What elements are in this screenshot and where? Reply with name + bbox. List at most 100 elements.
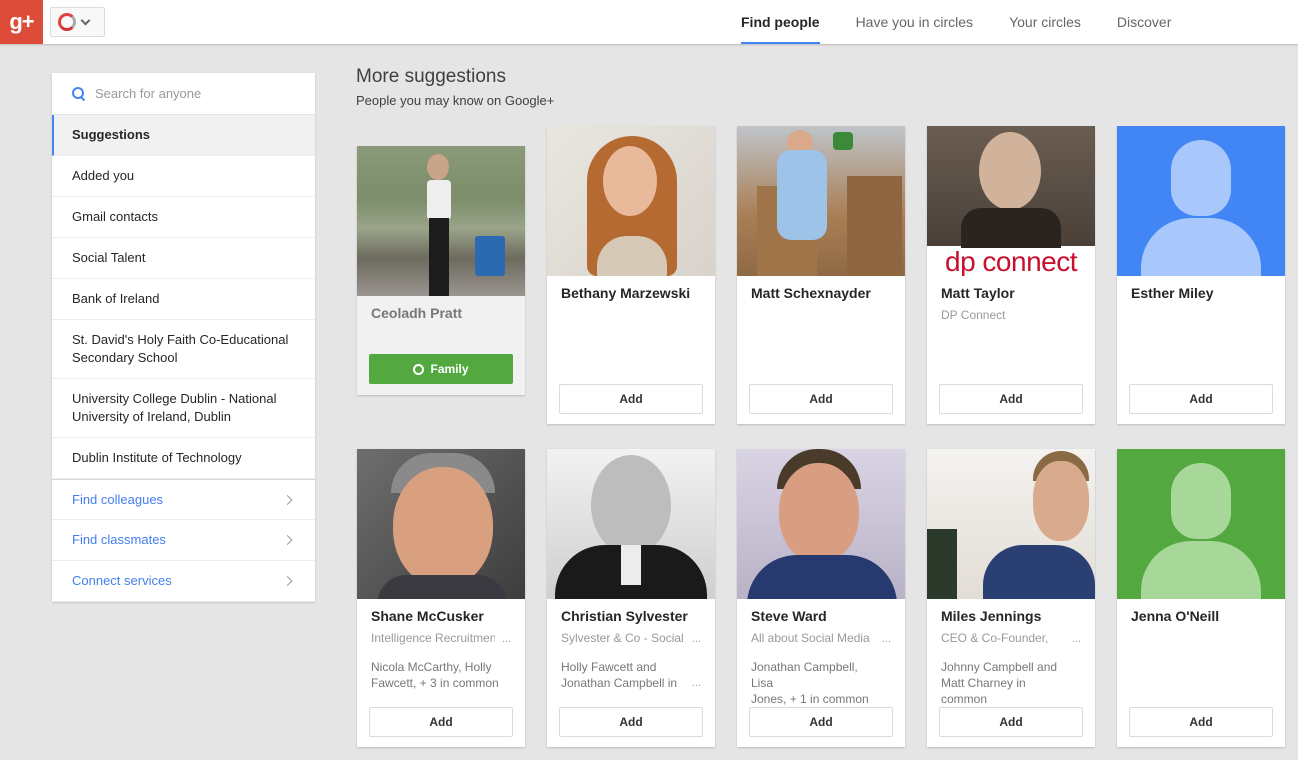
google-plus-logo[interactable]: g+ — [0, 0, 43, 44]
profile-photo[interactable]: dp connect — [927, 126, 1095, 276]
person-card: dp connect Matt Taylor DP Connect Add — [927, 126, 1095, 424]
person-name[interactable]: Shane McCusker — [371, 608, 484, 624]
mutual-line: Nicola McCarthy, Holly — [371, 660, 492, 674]
profile-photo[interactable] — [357, 146, 525, 296]
add-button[interactable]: Add — [1129, 384, 1273, 414]
chevron-down-icon — [80, 15, 91, 25]
mutual-line: Jonathan Campbell in — [561, 676, 678, 690]
person-name[interactable]: Matt Schexnayder — [751, 285, 871, 301]
person-card: Steve Ward All about Social Media ... Jo… — [737, 449, 905, 747]
sidebar-item-label: Dublin Institute of Technology — [72, 450, 242, 465]
sidebar-link-find-classmates[interactable]: Find classmates — [52, 520, 315, 561]
sidebar-link-connect-services[interactable]: Connect services — [52, 561, 315, 602]
more-dots[interactable]: ... — [502, 633, 511, 645]
sidebar: Suggestions Added you Gmail contacts Soc… — [52, 73, 315, 602]
tab-discover[interactable]: Discover — [1099, 0, 1189, 44]
sidebar-link-label: Connect services — [72, 573, 172, 588]
mutual-line: Jonathan Campbell, Lisa — [751, 660, 858, 690]
default-avatar-icon — [1117, 449, 1285, 599]
sidebar-item-label: Added you — [72, 168, 135, 183]
person-name[interactable]: Miles Jennings — [941, 608, 1041, 624]
sidebar-item-st-davids[interactable]: St. David's Holy Faith Co-Educational Se… — [52, 320, 315, 379]
sidebar-item-dit[interactable]: Dublin Institute of Technology — [52, 438, 315, 479]
more-dots[interactable]: ... — [882, 633, 891, 645]
sidebar-item-label: Bank of Ireland — [72, 291, 160, 306]
person-name[interactable]: Bethany Marzewski — [561, 285, 690, 301]
mutual-line: Johnny Campbell and — [941, 660, 1058, 674]
sidebar-item-ucd[interactable]: University College Dublin - National Uni… — [52, 379, 315, 438]
circles-icon — [58, 13, 76, 31]
add-button[interactable]: Add — [749, 707, 893, 737]
add-button[interactable]: Add — [369, 707, 513, 737]
person-name[interactable]: Steve Ward — [751, 608, 827, 624]
person-name[interactable]: Esther Miley — [1131, 285, 1213, 301]
sidebar-item-social-talent[interactable]: Social Talent — [52, 238, 315, 279]
mutual-friends: Johnny Campbell and Matt Charney in comm… — [941, 659, 1069, 707]
person-subtitle: CEO & Co-Founder, — [941, 631, 1049, 645]
add-button[interactable]: Add — [559, 384, 703, 414]
person-name[interactable]: Matt Taylor — [941, 285, 1015, 301]
person-subtitle: Sylvester & Co - Social — [561, 631, 684, 645]
profile-photo[interactable] — [357, 449, 525, 599]
add-button[interactable]: Add — [749, 384, 893, 414]
person-card: Esther Miley Add — [1117, 126, 1285, 424]
sidebar-link-find-colleagues[interactable]: Find colleagues — [52, 479, 315, 520]
profile-photo[interactable] — [737, 449, 905, 599]
person-card: Miles Jennings CEO & Co-Founder, ... Joh… — [927, 449, 1095, 747]
person-card: Jenna O'Neill Add — [1117, 449, 1285, 747]
top-bar: g+ Find people Have you in circles Your … — [0, 0, 1298, 44]
tab-have-you-in-circles[interactable]: Have you in circles — [838, 0, 992, 44]
circle-icon — [413, 363, 425, 375]
profile-photo[interactable] — [927, 449, 1095, 599]
app-switcher-button[interactable] — [50, 7, 105, 37]
circle-label: Family — [430, 362, 469, 376]
search-row — [52, 73, 315, 115]
sidebar-link-label: Find classmates — [72, 532, 166, 547]
dp-connect-logo: dp connect — [945, 246, 1078, 276]
mutual-line: Jones, + 1 in common — [751, 692, 869, 706]
profile-photo[interactable] — [1117, 126, 1285, 276]
more-dots[interactable]: ... — [692, 633, 701, 645]
mutual-friends: Nicola McCarthy, Holly Fawcett, + 3 in c… — [371, 659, 499, 691]
mutual-line: Fawcett, + 3 in common — [371, 676, 499, 690]
person-card: Ceoladh Pratt Family — [357, 146, 525, 395]
search-icon — [72, 86, 86, 101]
search-input[interactable] — [95, 86, 295, 101]
person-subtitle: DP Connect — [941, 308, 1006, 322]
nav-tabs: Find people Have you in circles Your cir… — [723, 0, 1189, 44]
mutual-line: Holly Fawcett and — [561, 660, 657, 674]
sidebar-item-bank-of-ireland[interactable]: Bank of Ireland — [52, 279, 315, 320]
more-dots[interactable]: ... — [1072, 633, 1081, 645]
sidebar-item-label: University College Dublin - National Uni… — [72, 391, 277, 424]
person-name[interactable]: Christian Sylvester — [561, 608, 688, 624]
page-title: More suggestions — [356, 66, 506, 87]
sidebar-item-suggestions[interactable]: Suggestions — [52, 115, 315, 156]
person-card: Shane McCusker Intelligence Recruitment … — [357, 449, 525, 747]
add-button[interactable]: Add — [1129, 707, 1273, 737]
add-button[interactable]: Add — [939, 707, 1083, 737]
add-button[interactable]: Add — [559, 707, 703, 737]
tab-find-people[interactable]: Find people — [723, 0, 838, 44]
profile-photo[interactable] — [547, 126, 715, 276]
person-name[interactable]: Ceoladh Pratt — [371, 305, 462, 321]
person-subtitle: All about Social Media — [751, 631, 870, 645]
mutual-line: Matt Charney in common — [941, 676, 1026, 706]
sidebar-item-label: Social Talent — [72, 250, 146, 265]
profile-photo[interactable] — [547, 449, 715, 599]
profile-photo[interactable] — [1117, 449, 1285, 599]
add-button[interactable]: Add — [939, 384, 1083, 414]
tab-your-circles[interactable]: Your circles — [991, 0, 1099, 44]
sidebar-item-added-you[interactable]: Added you — [52, 156, 315, 197]
chevron-right-icon — [282, 535, 293, 545]
person-card: Matt Schexnayder Add — [737, 126, 905, 424]
mutual-friends: Jonathan Campbell, Lisa Jones, + 1 in co… — [751, 659, 879, 707]
person-card: Christian Sylvester Sylvester & Co - Soc… — [547, 449, 715, 747]
sidebar-item-label: Gmail contacts — [72, 209, 158, 224]
circle-family-button[interactable]: Family — [369, 354, 513, 384]
sidebar-item-label: Suggestions — [72, 127, 151, 142]
page-subtitle: People you may know on Google+ — [356, 93, 555, 108]
person-name[interactable]: Jenna O'Neill — [1131, 608, 1219, 624]
sidebar-item-gmail-contacts[interactable]: Gmail contacts — [52, 197, 315, 238]
more-dots[interactable]: ... — [692, 677, 701, 689]
profile-photo[interactable] — [737, 126, 905, 276]
